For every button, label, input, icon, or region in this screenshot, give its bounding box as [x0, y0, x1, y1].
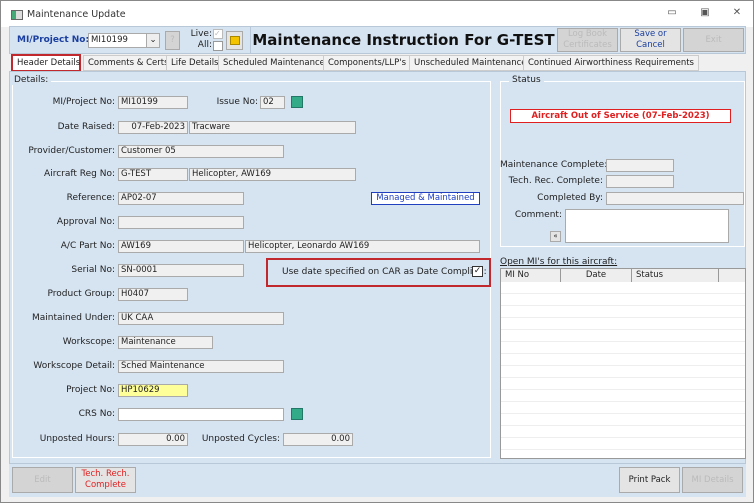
approval-no-label: Approval No: — [56, 217, 115, 227]
column-extra — [719, 269, 745, 282]
window-title: Maintenance Update — [27, 9, 126, 20]
aircraft-status-banner: Aircraft Out of Service (07-Feb-2023) — [510, 109, 731, 123]
chevron-down-icon[interactable]: ⌄ — [146, 34, 159, 47]
crs-lookup-icon[interactable] — [291, 408, 303, 420]
ac-part-desc-field: Helicopter, Leonardo AW169 — [245, 240, 480, 253]
maintenance-complete-label: Maintenance Complete: — [500, 160, 608, 170]
log-book-certificates-button[interactable]: Log Book Certificates — [557, 28, 618, 52]
maintenance-complete-field — [606, 159, 674, 172]
crs-no-label: CRS No: — [78, 409, 115, 419]
comment-label: Comment: — [514, 210, 562, 220]
tab-life-details[interactable]: Life Details — [166, 55, 224, 71]
note-button[interactable] — [226, 31, 243, 50]
mi-project-no-field: MI10199 — [118, 96, 188, 109]
details-title: Details: — [11, 75, 52, 85]
unposted-hours-label: Unposted Hours: — [39, 434, 115, 444]
note-icon — [229, 36, 240, 45]
provider-field: Customer 05 — [118, 145, 284, 158]
all-label: All: — [197, 40, 212, 50]
project-no-label: Project No: — [66, 385, 115, 395]
completed-by-field — [606, 192, 744, 205]
help-button[interactable]: ? — [165, 31, 180, 50]
aircraft-reg-field: G-TEST — [118, 168, 188, 181]
maintenance-update-window: Maintenance Update ▭ ▣ ✕ MI/Project No: … — [0, 0, 754, 503]
live-label: Live: — [190, 29, 212, 39]
maintained-under-field: UK CAA — [118, 312, 284, 325]
column-status[interactable]: Status — [632, 269, 719, 282]
workscope-detail-field: Sched Maintenance — [118, 360, 284, 373]
tab-scheduled-maintenance[interactable]: Scheduled Maintenance — [218, 55, 330, 71]
title-bar: Maintenance Update ▭ ▣ ✕ — [1, 1, 753, 27]
open-mis-label: Open MI's for this aircraft: — [500, 257, 618, 267]
workscope-label: Workscope: — [62, 337, 115, 347]
tab-comments-certs[interactable]: Comments & Certs — [83, 55, 174, 71]
live-checkbox[interactable]: ✓ — [213, 29, 223, 39]
serial-no-field: SN-0001 — [118, 264, 244, 277]
app-icon — [11, 10, 23, 20]
project-no-field[interactable]: HP10629 — [118, 384, 188, 397]
tab-components-llps[interactable]: Components/LLP's — [323, 55, 412, 71]
column-mi-no[interactable]: MI No — [501, 269, 561, 282]
exit-button[interactable]: Exit — [683, 28, 744, 52]
toolbar: MI/Project No: MI10199 ⌄ ? Live: ✓ All: M… — [9, 26, 746, 54]
date-raised-field: 07-Feb-2023 — [118, 121, 188, 134]
reference-label: Reference: — [66, 193, 115, 203]
page-heading: Maintenance Instruction For G-TEST — [250, 27, 556, 53]
close-icon[interactable]: ✕ — [729, 7, 745, 21]
all-checkbox[interactable] — [213, 41, 223, 51]
reference-field: AP02-07 — [118, 192, 244, 205]
managed-maintained-badge: Managed & Maintained — [371, 192, 480, 205]
workscope-detail-label: Workscope Detail: — [33, 361, 115, 371]
ac-part-no-field: AW169 — [118, 240, 244, 253]
car-date-label: Use date specified on CAR as Date Compli… — [282, 267, 487, 277]
maximize-icon[interactable]: ▣ — [697, 7, 713, 21]
tab-header-details[interactable]: Header Details — [11, 54, 81, 72]
unposted-cycles-field: 0.00 — [283, 433, 353, 446]
copy-issue-icon[interactable] — [291, 96, 303, 108]
column-date[interactable]: Date — [561, 269, 632, 282]
tab-unscheduled-maintenance[interactable]: Unscheduled Maintenance — [409, 55, 532, 71]
product-group-label: Product Group: — [47, 289, 115, 299]
aircraft-reg-label: Aircraft Reg No: — [44, 169, 115, 179]
mi-project-select[interactable]: MI10199 ⌄ — [88, 33, 160, 48]
issue-no-label: Issue No: — [216, 97, 258, 107]
approval-no-field — [118, 216, 244, 229]
mi-project-label: MI/Project No: — [17, 35, 90, 45]
car-date-checkbox[interactable]: ✓ — [472, 266, 483, 277]
workscope-field: Maintenance — [118, 336, 213, 349]
tech-rec-complete-field — [606, 175, 674, 188]
maintained-under-label: Maintained Under: — [32, 313, 115, 323]
minimize-icon[interactable]: ▭ — [664, 7, 680, 21]
aircraft-type-field: Helicopter, AW169 — [189, 168, 356, 181]
edit-button[interactable]: Edit — [12, 467, 73, 493]
date-raised-label: Date Raised: — [57, 122, 115, 132]
product-group-field: H0407 — [118, 288, 188, 301]
car-date-highlight: Use date specified on CAR as Date Compli… — [266, 258, 491, 287]
save-or-cancel-button[interactable]: Save or Cancel — [620, 28, 681, 52]
mi-project-value: MI10199 — [91, 35, 128, 45]
comment-input[interactable] — [565, 209, 729, 243]
tech-rech-complete-button[interactable]: Tech. Rech. Complete — [75, 467, 136, 493]
tab-continued-airworthiness[interactable]: Continued Airworthiness Requirements — [523, 55, 699, 71]
header-details-panel: Details: MI/Project No: MI10199 Issue No… — [9, 71, 746, 464]
expand-comment-button[interactable]: « — [550, 231, 561, 242]
issue-no-field: 02 — [260, 96, 285, 109]
print-pack-button[interactable]: Print Pack — [619, 467, 680, 493]
raised-by-field: Tracware — [189, 121, 356, 134]
status-title: Status — [509, 75, 544, 85]
open-mis-table[interactable]: MI No Date Status — [500, 268, 746, 459]
tech-rec-complete-label: Tech. Rec. Complete: — [508, 176, 603, 186]
mi-project-no-label: MI/Project No: — [52, 97, 115, 107]
provider-label: Provider/Customer: — [28, 146, 115, 156]
unposted-hours-field: 0.00 — [118, 433, 188, 446]
table-body — [501, 282, 745, 458]
mi-details-button[interactable]: MI Details — [682, 467, 743, 493]
crs-no-input[interactable] — [118, 408, 284, 421]
ac-part-no-label: A/C Part No: — [60, 241, 115, 251]
completed-by-label: Completed By: — [537, 193, 603, 203]
bottom-bar: Edit Tech. Rech. Complete Print Pack MI … — [9, 464, 746, 497]
serial-no-label: Serial No: — [71, 265, 115, 275]
unposted-cycles-label: Unposted Cycles: — [201, 434, 280, 444]
